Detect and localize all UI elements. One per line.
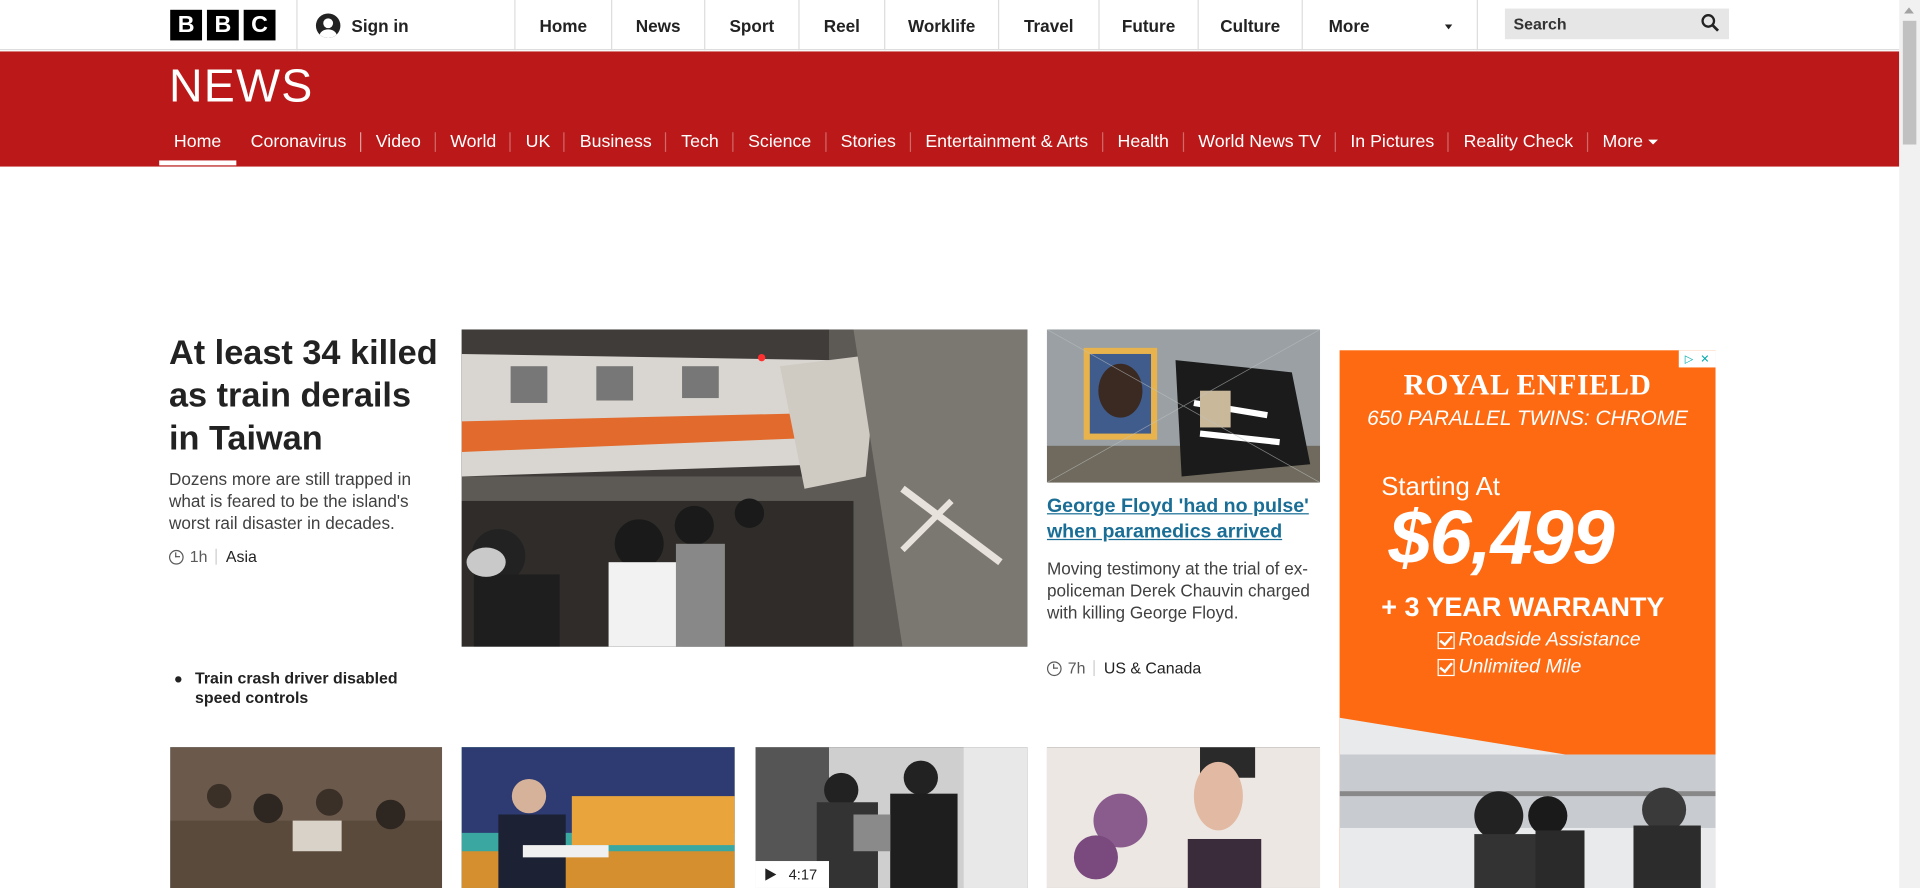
ad-tagline: 650 PARALLEL TWINS: CHROME bbox=[1367, 406, 1688, 430]
nav-label: Tech bbox=[681, 132, 719, 152]
scrollbar[interactable] bbox=[1899, 0, 1920, 888]
news-nav-uk[interactable]: UK bbox=[511, 121, 566, 165]
news-nav-home[interactable]: Home bbox=[159, 121, 236, 166]
scrollbar-thumb[interactable] bbox=[1902, 20, 1917, 145]
advertisement[interactable]: ▷ ✕ ROYAL ENFIELD 650 PARALLEL TWINS: CH… bbox=[1339, 350, 1716, 888]
news-nav-more[interactable]: More bbox=[1588, 121, 1673, 165]
george-floyd-summary: Moving testimony at the trial of ex-poli… bbox=[1046, 558, 1310, 623]
global-nav-culture[interactable]: Culture bbox=[1197, 0, 1302, 51]
nav-label: Video bbox=[375, 132, 421, 152]
ad-image-motorcycle bbox=[1339, 717, 1716, 888]
caret-down-icon bbox=[1444, 24, 1453, 30]
section-link[interactable]: Asia bbox=[226, 547, 257, 565]
news-header: NEWS Home Coronavirus Video World UK Bus… bbox=[0, 51, 1900, 167]
caret-down-icon bbox=[1647, 139, 1658, 145]
lead-meta: 1h Asia bbox=[168, 547, 257, 566]
story-thumbnail[interactable] bbox=[1046, 747, 1321, 888]
more-label: More bbox=[1328, 15, 1370, 35]
video-duration: 4:17 bbox=[788, 865, 818, 884]
section-link[interactable]: US & Canada bbox=[1104, 659, 1201, 677]
related-story-link[interactable]: ● Train crash driver disabled speed cont… bbox=[174, 669, 437, 708]
browser-viewport: B B C Sign in Home News Sport Reel Workl… bbox=[0, 0, 1920, 888]
clock-icon bbox=[1046, 660, 1062, 676]
nav-label: Reality Check bbox=[1463, 132, 1574, 152]
george-floyd-story-image[interactable] bbox=[1046, 329, 1321, 483]
timestamp: 7h bbox=[1067, 658, 1086, 678]
lead-summary: Dozens more are still trapped in what is… bbox=[168, 469, 412, 533]
news-nav-entertainment[interactable]: Entertainment & Arts bbox=[911, 121, 1103, 165]
check-icon bbox=[1437, 631, 1455, 650]
story-thumbnail[interactable] bbox=[170, 747, 443, 888]
ad-brand: ROYAL ENFIELD bbox=[1403, 369, 1652, 402]
nav-label: Entertainment & Arts bbox=[925, 132, 1089, 152]
george-floyd-headline[interactable]: George Floyd 'had no pulse' when paramed… bbox=[1047, 494, 1326, 545]
global-nav: Home News Sport Reel Worklife Travel Fut… bbox=[514, 0, 1478, 51]
news-logo[interactable]: NEWS bbox=[169, 61, 313, 114]
nav-label: World News TV bbox=[1198, 132, 1321, 152]
news-nav-business[interactable]: Business bbox=[565, 121, 667, 165]
news-nav-stories[interactable]: Stories bbox=[826, 121, 911, 165]
timestamp: 1h bbox=[189, 547, 208, 566]
clock-icon bbox=[168, 549, 184, 565]
news-nav-health[interactable]: Health bbox=[1103, 121, 1184, 165]
story-thumbnail[interactable] bbox=[461, 747, 735, 888]
bbc-global-bar: B B C Sign in Home News Sport Reel Workl… bbox=[0, 0, 1900, 51]
news-nav-video[interactable]: Video bbox=[361, 121, 436, 165]
search-label: Search bbox=[1513, 14, 1567, 34]
news-nav-science[interactable]: Science bbox=[733, 121, 826, 165]
news-nav-world-news-tv[interactable]: World News TV bbox=[1184, 121, 1336, 165]
related-story-text: Train crash driver disabled speed contro… bbox=[195, 668, 398, 707]
user-icon bbox=[315, 12, 341, 38]
global-nav-home[interactable]: Home bbox=[514, 0, 611, 51]
play-icon bbox=[765, 868, 777, 881]
second-meta: 7h US & Canada bbox=[1046, 658, 1201, 678]
news-nav: Home Coronavirus Video World UK Business… bbox=[159, 121, 1673, 166]
scroll-up-icon[interactable] bbox=[1904, 7, 1914, 14]
lead-headline[interactable]: At least 34 killed as train derails in T… bbox=[169, 331, 445, 460]
nav-label: Coronavirus bbox=[250, 132, 347, 152]
sign-in-label: Sign in bbox=[351, 15, 409, 35]
ad-warranty: + 3 YEAR WARRANTY bbox=[1381, 591, 1665, 623]
news-nav-coronavirus[interactable]: Coronavirus bbox=[236, 121, 362, 165]
search-icon[interactable] bbox=[1701, 13, 1720, 32]
logo-letter: B bbox=[170, 9, 203, 41]
adchoices-icon: ▷ bbox=[1684, 352, 1694, 365]
nav-label: In Pictures bbox=[1350, 132, 1435, 152]
nav-label: Home bbox=[173, 132, 222, 152]
nav-label: More bbox=[1602, 132, 1643, 152]
global-nav-future[interactable]: Future bbox=[1098, 0, 1197, 51]
bullet-icon: ● bbox=[173, 669, 183, 688]
ad-choices[interactable]: ▷ ✕ bbox=[1678, 350, 1716, 368]
sign-in-button[interactable]: Sign in bbox=[296, 0, 514, 51]
lead-story-image[interactable] bbox=[461, 329, 1028, 647]
nav-label: Business bbox=[579, 132, 652, 152]
video-duration-badge[interactable]: 4:17 bbox=[755, 861, 829, 888]
global-nav-news[interactable]: News bbox=[611, 0, 704, 51]
close-icon[interactable]: ✕ bbox=[1700, 350, 1709, 367]
news-nav-reality-check[interactable]: Reality Check bbox=[1449, 121, 1588, 165]
news-nav-tech[interactable]: Tech bbox=[666, 121, 734, 165]
nav-label: UK bbox=[525, 132, 551, 152]
nav-label: Stories bbox=[840, 132, 896, 152]
nav-label: World bbox=[450, 132, 497, 152]
global-nav-sport[interactable]: Sport bbox=[704, 0, 798, 51]
news-nav-world[interactable]: World bbox=[436, 121, 511, 165]
ad-perk: Roadside Assistance bbox=[1437, 629, 1641, 652]
search-input[interactable]: Search bbox=[1504, 8, 1729, 40]
global-nav-worklife[interactable]: Worklife bbox=[884, 0, 998, 51]
bbc-logo[interactable]: B B C bbox=[170, 9, 276, 41]
nav-label: Health bbox=[1117, 132, 1169, 152]
logo-letter: B bbox=[206, 9, 239, 41]
global-nav-travel[interactable]: Travel bbox=[997, 0, 1098, 51]
ad-price: $6,499 bbox=[1388, 496, 1615, 581]
news-nav-in-pictures[interactable]: In Pictures bbox=[1336, 121, 1449, 165]
ad-perk-text: Roadside Assistance bbox=[1458, 629, 1641, 651]
global-nav-more[interactable]: More bbox=[1301, 0, 1478, 51]
logo-letter: C bbox=[243, 9, 276, 41]
nav-label: Science bbox=[748, 132, 812, 152]
global-nav-reel[interactable]: Reel bbox=[798, 0, 884, 51]
